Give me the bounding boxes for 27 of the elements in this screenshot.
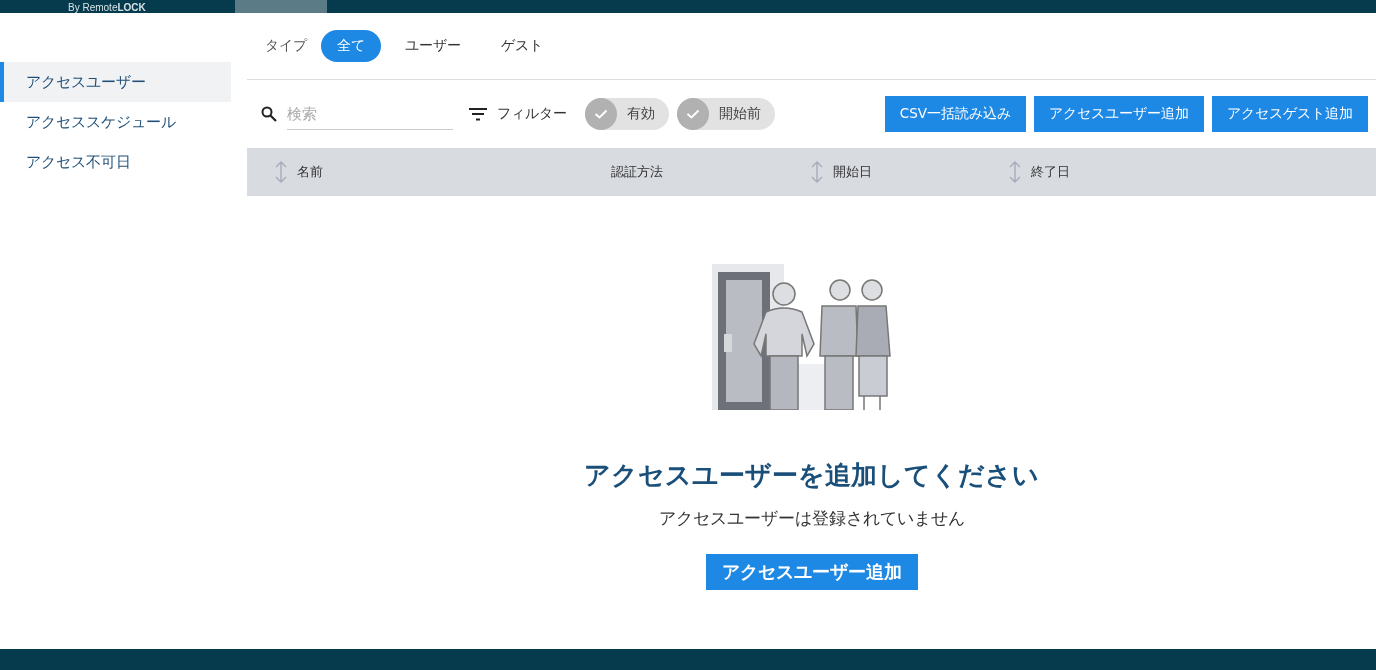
add-user-button[interactable]: アクセスユーザー追加 [705, 554, 918, 590]
action-button[interactable]: アクセスユーザー追加 [1034, 96, 1204, 132]
column-header: 開始日 [833, 163, 872, 181]
sort-icon[interactable] [811, 161, 823, 183]
sidebar-item[interactable]: アクセス不可日 [0, 142, 231, 182]
sidebar-item[interactable]: アクセススケジュール [0, 102, 231, 142]
logo-text: By RemoteLOCK [68, 3, 147, 13]
filter-chip[interactable]: 開始前 [677, 98, 775, 130]
column-header: 名前 [297, 163, 323, 181]
filter-icon[interactable] [469, 107, 487, 121]
action-button[interactable]: CSV一括読み込み [884, 96, 1026, 132]
type-tab[interactable]: ユーザー [389, 30, 477, 62]
action-button[interactable]: アクセスゲスト追加 [1212, 96, 1368, 132]
filter-chip[interactable]: 有効 [585, 98, 669, 130]
filter-label: フィルター [497, 105, 567, 123]
search-icon [261, 106, 277, 122]
empty-state-message: アクセスユーザーは登録されていません [658, 507, 965, 530]
column-header: 終了日 [1031, 163, 1070, 181]
type-tab[interactable]: 全て [321, 30, 381, 62]
type-label: タイプ [265, 37, 307, 55]
sort-icon[interactable] [1009, 161, 1021, 183]
sidebar-item[interactable]: アクセスユーザー [0, 62, 231, 102]
type-tab[interactable]: ゲスト [485, 30, 559, 62]
sort-icon[interactable] [275, 161, 287, 183]
empty-state-title: アクセスユーザーを追加してください [584, 459, 1039, 492]
nav-tab[interactable] [235, 0, 327, 13]
column-header: 認証方法 [611, 163, 663, 181]
